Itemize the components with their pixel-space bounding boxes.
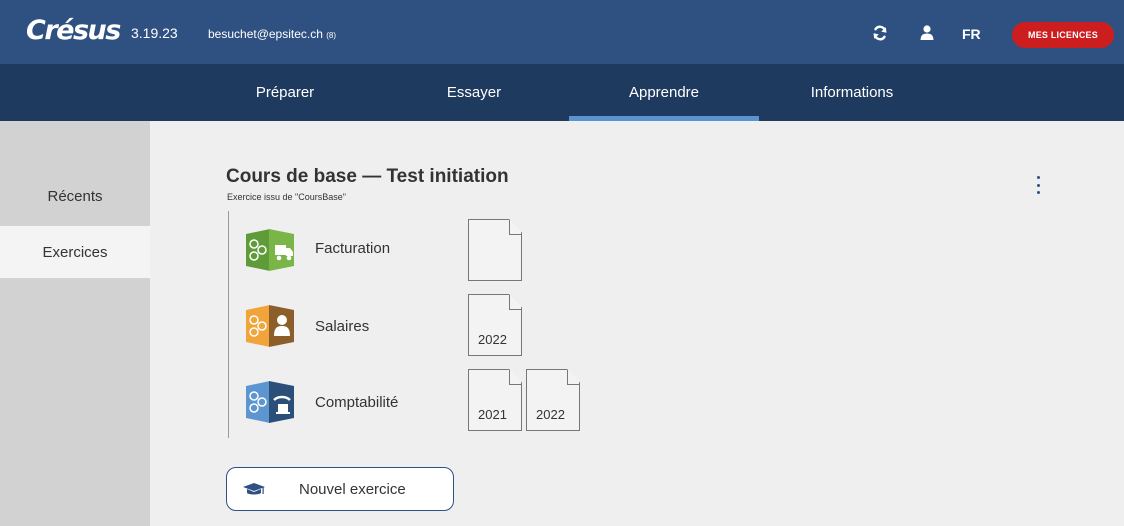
facturation-icon[interactable]: [244, 228, 296, 272]
page-title: Cours de base — Test initiation: [226, 166, 509, 187]
document-year: 2022: [478, 332, 507, 347]
tab-essayer[interactable]: Essayer: [379, 64, 569, 121]
email-badge: (8): [326, 31, 337, 40]
document-fold: [509, 370, 522, 385]
cresus-logo: Crésus: [26, 15, 121, 46]
document-facturation[interactable]: [468, 219, 522, 281]
document-comptabilite-2022[interactable]: 2022: [526, 369, 580, 431]
document-year: 2021: [478, 407, 507, 422]
comptabilite-icon[interactable]: [244, 380, 296, 424]
sidebar-item-exercices[interactable]: Exercices: [0, 226, 150, 278]
language-selector[interactable]: FR: [962, 26, 981, 42]
menu-dot: [1036, 183, 1040, 187]
tab-informations[interactable]: Informations: [757, 64, 947, 121]
app-label-facturation: Facturation: [315, 240, 391, 257]
version-label: 3.19.23: [131, 25, 178, 41]
more-vertical-icon[interactable]: [1032, 176, 1044, 194]
document-fold: [509, 220, 522, 235]
tab-preparer[interactable]: Préparer: [190, 64, 380, 121]
email-text: besuchet@epsitec.ch: [208, 27, 323, 41]
sidebar-item-recents[interactable]: Récents: [0, 170, 150, 222]
new-exercise-label: Nouvel exercice: [299, 481, 406, 498]
document-fold: [509, 295, 522, 310]
menu-dot: [1036, 176, 1040, 179]
new-exercise-button[interactable]: Nouvel exercice: [226, 467, 454, 511]
main-navigation: Préparer Essayer Apprendre Informations: [0, 64, 1124, 121]
app-label-salaires: Salaires: [315, 318, 370, 335]
document-salaires-2022[interactable]: 2022: [468, 294, 522, 356]
graduation-cap-icon: [243, 483, 265, 495]
sidebar: Récents Exercices: [0, 121, 150, 526]
refresh-icon-svg: [873, 25, 887, 41]
page-subtitle: Exercice issu de "CoursBase": [227, 192, 346, 202]
app-label-comptabilite: Comptabilité: [315, 394, 399, 411]
tab-apprendre[interactable]: Apprendre: [569, 64, 759, 121]
exercise-divider: [228, 211, 229, 438]
licences-button[interactable]: MES LICENCES: [1012, 22, 1114, 48]
salaires-icon[interactable]: [244, 304, 296, 348]
user-icon-svg: [920, 25, 934, 40]
top-bar: Crésus 3.19.23 besuchet@epsitec.ch (8) F…: [0, 0, 1124, 64]
refresh-icon[interactable]: [871, 22, 889, 44]
user-email: besuchet@epsitec.ch (8): [208, 27, 336, 41]
user-icon[interactable]: [920, 22, 934, 44]
document-fold: [567, 370, 580, 385]
document-comptabilite-2021[interactable]: 2021: [468, 369, 522, 431]
document-year: 2022: [536, 407, 565, 422]
menu-dot: [1036, 191, 1040, 194]
